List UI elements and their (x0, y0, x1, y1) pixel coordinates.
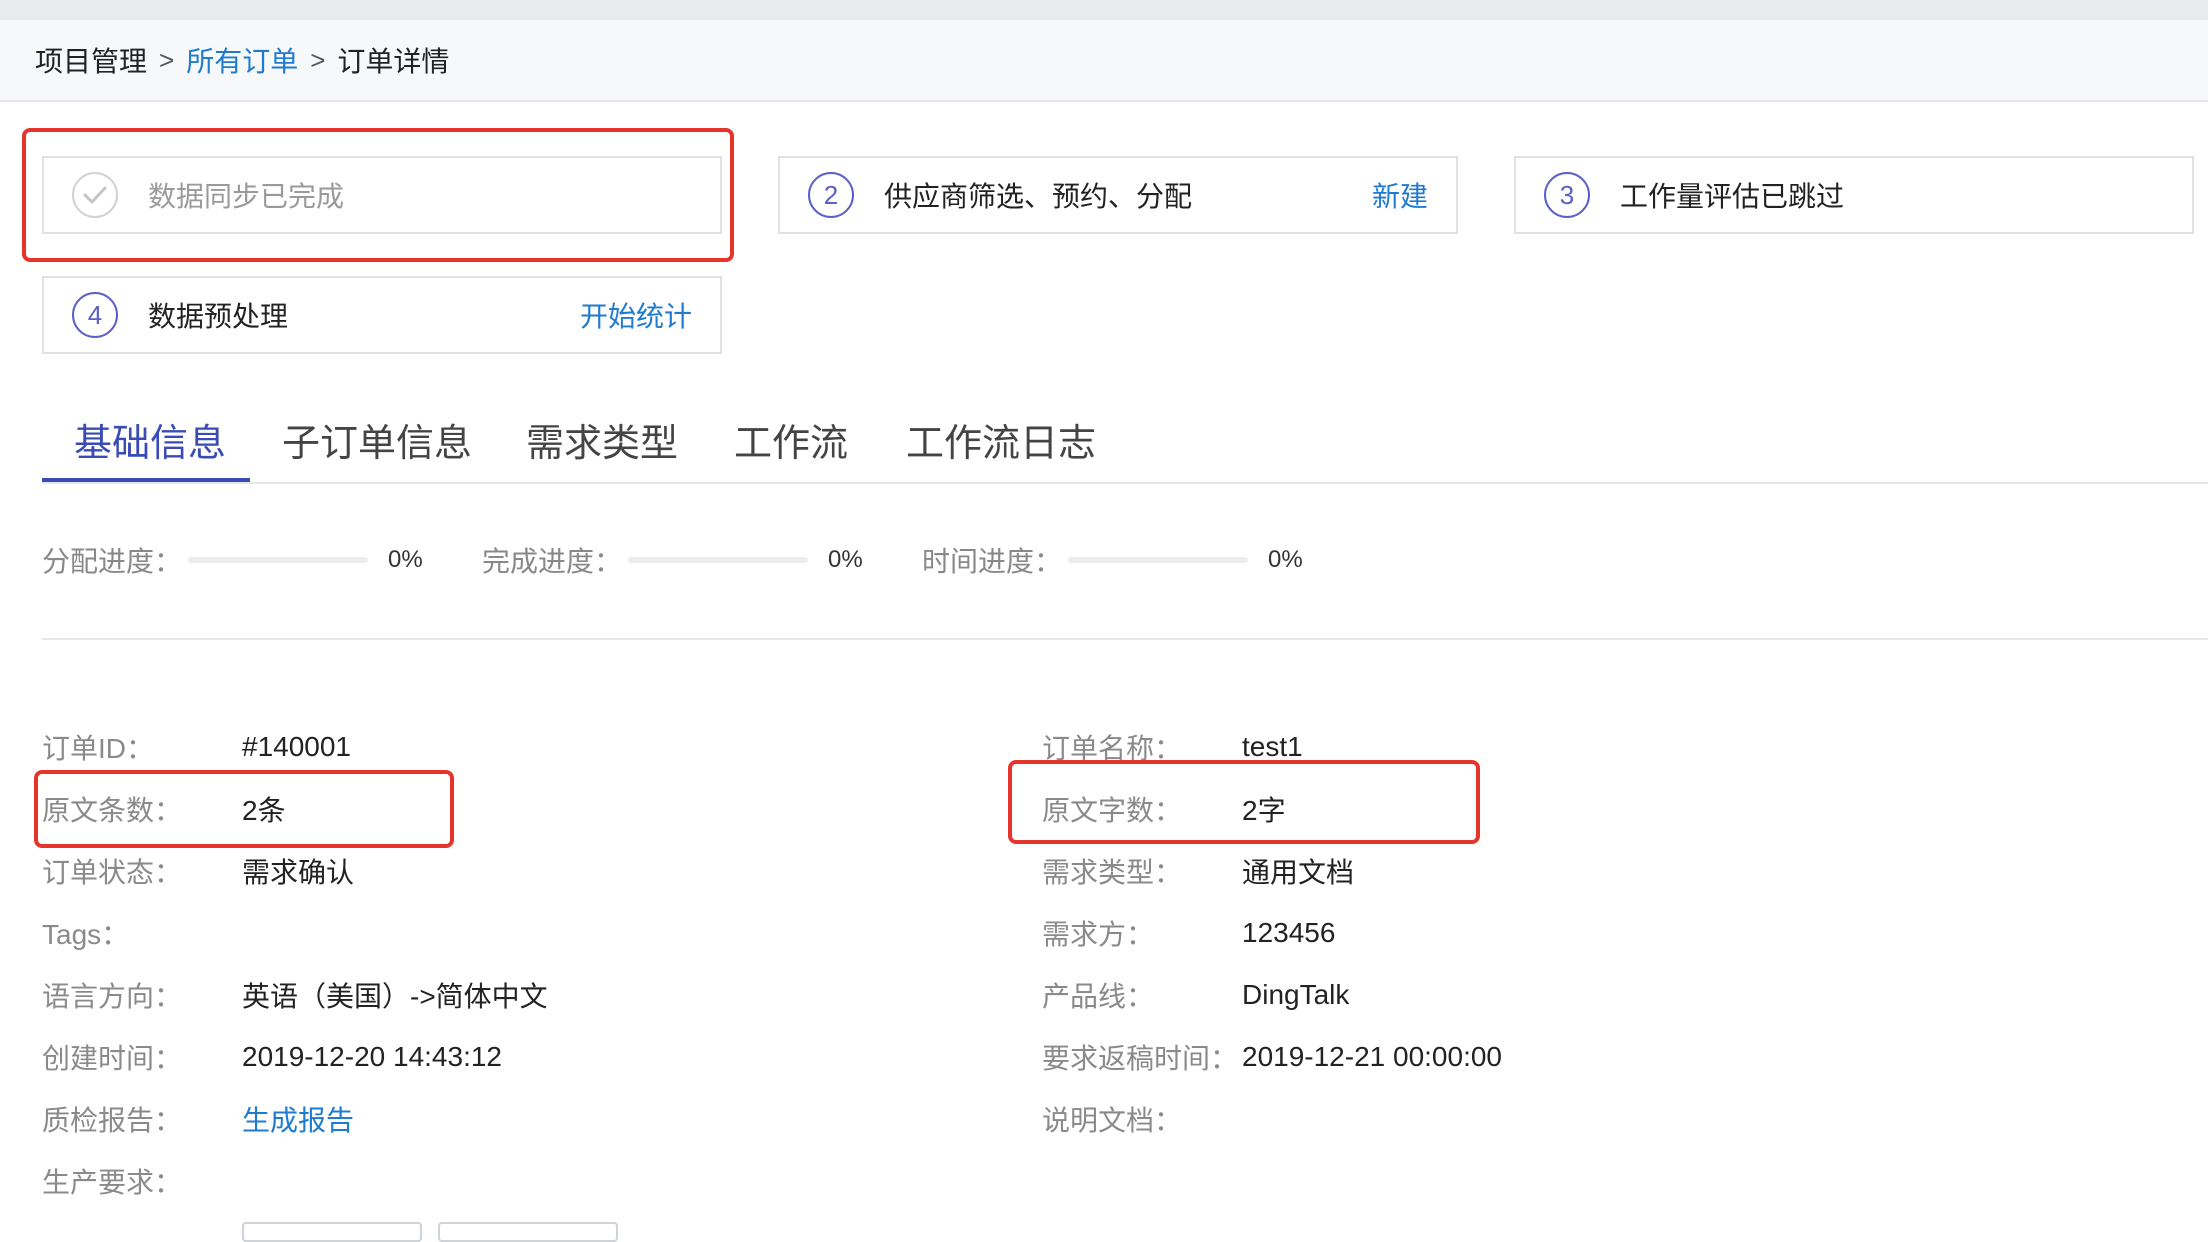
info-label: 生产要求： (42, 1167, 183, 1198)
info-label: 订单状态： (42, 857, 183, 888)
progress-percent: 0% (828, 546, 863, 573)
info-label: 产品线： (1042, 981, 1155, 1012)
top-bar (0, 0, 2208, 20)
chevron-right-icon: > (310, 44, 326, 75)
step-number: 4 (72, 292, 118, 338)
info-label: 创建时间： (42, 1043, 183, 1074)
info-requester: 需求方： 123456 (1042, 911, 1335, 955)
step-data-preprocess: 4 数据预处理 开始统计 (42, 276, 722, 354)
info-label: Tags： (42, 919, 130, 950)
tab-requirement-type[interactable]: 需求类型 (526, 412, 678, 482)
info-value: DingTalk (1242, 979, 1350, 1010)
info-order-status: 订单状态： 需求确认 (42, 849, 354, 893)
bottom-button[interactable] (242, 1222, 422, 1242)
info-product-line: 产品线： DingTalk (1042, 973, 1349, 1017)
tab-suborder-info[interactable]: 子订单信息 (282, 412, 472, 482)
info-label: 需求类型： (1042, 857, 1183, 888)
completion-progress: 完成进度： 0% (482, 540, 863, 580)
info-order-id: 订单ID： #140001 (42, 725, 351, 769)
breadcrumb: 项目管理 > 所有订单 > 订单详情 (0, 20, 2208, 102)
info-label: 说明文档： (1042, 1105, 1183, 1136)
info-tags: Tags： (42, 911, 242, 955)
info-requirement-type: 需求类型： 通用文档 (1042, 849, 1354, 893)
info-label: 语言方向： (42, 981, 183, 1012)
tab-basic-info[interactable]: 基础信息 (74, 412, 226, 482)
info-production-requirements: 生产要求： (42, 1159, 242, 1203)
info-label: 要求返稿时间： (1042, 1043, 1239, 1074)
breadcrumb-item-project-management[interactable]: 项目管理 (35, 40, 147, 80)
step-number: 2 (808, 172, 854, 218)
step-supplier-selection: 2 供应商筛选、预约、分配 新建 (778, 156, 1458, 234)
info-qa-report: 质检报告： 生成报告 (42, 1097, 354, 1141)
info-label: 需求方： (1042, 919, 1155, 950)
active-tab-indicator (42, 478, 250, 482)
step-number: 3 (1544, 172, 1590, 218)
tab-workflow[interactable]: 工作流 (734, 412, 848, 482)
time-progress: 时间进度： 0% (922, 540, 1303, 580)
progress-bar (628, 557, 809, 563)
progress-percent: 0% (1268, 546, 1303, 573)
info-value: 英语（美国）->简体中文 (242, 981, 548, 1012)
highlight-box (34, 770, 454, 848)
progress-label: 分配进度： (42, 546, 183, 577)
tab-workflow-log[interactable]: 工作流日志 (906, 412, 1096, 482)
info-value: 2019-12-21 00:00:00 (1242, 1041, 1502, 1072)
generate-report-link[interactable]: 生成报告 (242, 1099, 354, 1139)
info-value: test1 (1242, 731, 1303, 762)
progress-bar (1068, 557, 1249, 563)
step-label: 供应商筛选、预约、分配 (884, 181, 1193, 212)
info-label: 订单ID： (42, 733, 155, 764)
create-button[interactable]: 新建 (1372, 175, 1428, 215)
info-label: 质检报告： (42, 1105, 183, 1136)
section-divider (42, 638, 2208, 640)
progress-bar (188, 557, 369, 563)
info-value: 2019-12-20 14:43:12 (242, 1041, 502, 1072)
info-instruction-doc: 说明文档： (1042, 1097, 1242, 1141)
info-language-direction: 语言方向： 英语（美国）->简体中文 (42, 973, 548, 1017)
info-created-time: 创建时间： 2019-12-20 14:43:12 (42, 1035, 502, 1079)
allocation-progress: 分配进度： 0% (42, 540, 423, 580)
info-value: 通用文档 (1242, 857, 1355, 888)
info-value: 需求确认 (242, 857, 355, 888)
tab-bar: 基础信息 子订单信息 需求类型 工作流 工作流日志 (42, 400, 2208, 484)
progress-label: 时间进度： (922, 546, 1063, 577)
step-label: 工作量评估已跳过 (1620, 181, 1845, 212)
progress-label: 完成进度： (482, 546, 623, 577)
bottom-button[interactable] (438, 1222, 618, 1242)
info-value: 123456 (1242, 917, 1336, 948)
progress-percent: 0% (388, 546, 423, 573)
breadcrumb-item-all-orders[interactable]: 所有订单 (186, 40, 298, 80)
highlight-box (1008, 760, 1480, 844)
chevron-right-icon: > (159, 44, 175, 75)
step-workload-estimate: 3 工作量评估已跳过 (1514, 156, 2194, 234)
step-label: 数据预处理 (148, 301, 289, 332)
info-due-time: 要求返稿时间： 2019-12-21 00:00:00 (1042, 1035, 1502, 1079)
highlight-box (22, 128, 734, 262)
start-statistics-button[interactable]: 开始统计 (580, 295, 692, 335)
breadcrumb-item-order-detail: 订单详情 (337, 46, 450, 77)
info-value: #140001 (242, 731, 352, 762)
